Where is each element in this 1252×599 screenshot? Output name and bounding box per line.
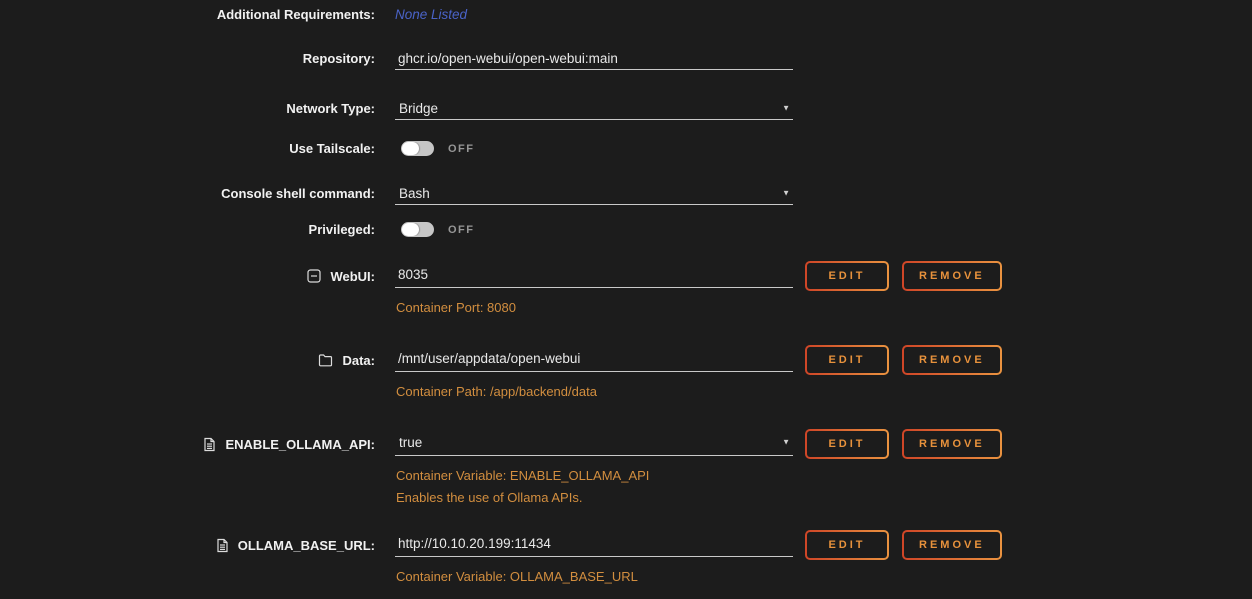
network-type-row: Network Type: Bridge ▼ <box>0 97 1252 120</box>
additional-requirements-row: Additional Requirements: None Listed <box>0 6 1252 23</box>
network-type-select[interactable]: Bridge ▼ <box>395 97 793 120</box>
data-path-input[interactable] <box>395 345 793 372</box>
use-tailscale-state: OFF <box>448 143 475 155</box>
chevron-down-icon: ▼ <box>782 189 790 198</box>
network-type-label: Network Type: <box>286 101 375 116</box>
use-tailscale-row: Use Tailscale: OFF <box>0 140 1252 157</box>
webui-label: WebUI: <box>330 269 375 284</box>
privileged-label: Privileged: <box>309 222 375 237</box>
privileged-row: Privileged: OFF <box>0 221 1252 238</box>
repository-input[interactable] <box>395 47 793 70</box>
webui-port-input[interactable] <box>395 261 793 288</box>
enable-ollama-api-label: ENABLE_OLLAMA_API: <box>225 437 375 452</box>
repository-row: Repository: <box>0 47 1252 70</box>
chevron-down-icon: ▼ <box>782 104 790 113</box>
enable-ollama-api-row: ENABLE_OLLAMA_API: true ▼ Container Vari… <box>0 429 1252 459</box>
webui-edit-button[interactable]: EDIT <box>805 261 889 291</box>
folder-icon <box>318 353 333 367</box>
data-remove-button[interactable]: REMOVE <box>902 345 1002 375</box>
toggle-knob <box>402 142 419 155</box>
data-path-helper: Container Path: /app/backend/data <box>395 381 793 403</box>
additional-requirements-label: Additional Requirements: <box>217 7 375 22</box>
ollama-base-url-remove-button[interactable]: REMOVE <box>902 530 1002 560</box>
console-shell-label: Console shell command: <box>221 186 375 201</box>
console-shell-select[interactable]: Bash ▼ <box>395 182 793 205</box>
privileged-toggle[interactable] <box>401 222 434 237</box>
ollama-base-url-helper: Container Variable: OLLAMA_BASE_URL <box>395 566 793 588</box>
data-path-label: Data: <box>342 353 375 368</box>
data-path-row: Data: Container Path: /app/backend/data … <box>0 345 1252 375</box>
additional-requirements-value: None Listed <box>395 7 467 22</box>
file-text-icon <box>216 538 229 553</box>
enable-ollama-api-value: true <box>399 435 422 450</box>
webui-port-row: WebUI: Container Port: 8080 EDIT REMOVE <box>0 261 1252 291</box>
console-shell-row: Console shell command: Bash ▼ <box>0 182 1252 205</box>
toggle-knob <box>402 223 419 236</box>
enable-ollama-api-edit-button[interactable]: EDIT <box>805 429 889 459</box>
enable-ollama-api-remove-button[interactable]: REMOVE <box>902 429 1002 459</box>
file-text-icon <box>203 437 216 452</box>
enable-ollama-api-helper-line2: Enables the use of Ollama APIs. <box>396 487 793 509</box>
webui-helper: Container Port: 8080 <box>395 297 793 319</box>
network-type-value: Bridge <box>399 101 438 116</box>
use-tailscale-toggle[interactable] <box>401 141 434 156</box>
privileged-state: OFF <box>448 224 475 236</box>
minus-square-icon <box>307 269 321 283</box>
ollama-base-url-input[interactable] <box>395 530 793 557</box>
enable-ollama-api-helper: Container Variable: ENABLE_OLLAMA_API En… <box>395 465 793 509</box>
ollama-base-url-label: OLLAMA_BASE_URL: <box>238 538 375 553</box>
webui-remove-button[interactable]: REMOVE <box>902 261 1002 291</box>
repository-label: Repository: <box>303 51 375 66</box>
console-shell-value: Bash <box>399 186 430 201</box>
chevron-down-icon: ▼ <box>782 438 790 447</box>
data-edit-button[interactable]: EDIT <box>805 345 889 375</box>
ollama-base-url-edit-button[interactable]: EDIT <box>805 530 889 560</box>
ollama-base-url-row: OLLAMA_BASE_URL: Container Variable: OLL… <box>0 530 1252 560</box>
enable-ollama-api-helper-line1: Container Variable: ENABLE_OLLAMA_API <box>396 465 793 487</box>
enable-ollama-api-select[interactable]: true ▼ <box>395 429 793 456</box>
use-tailscale-label: Use Tailscale: <box>289 141 375 156</box>
